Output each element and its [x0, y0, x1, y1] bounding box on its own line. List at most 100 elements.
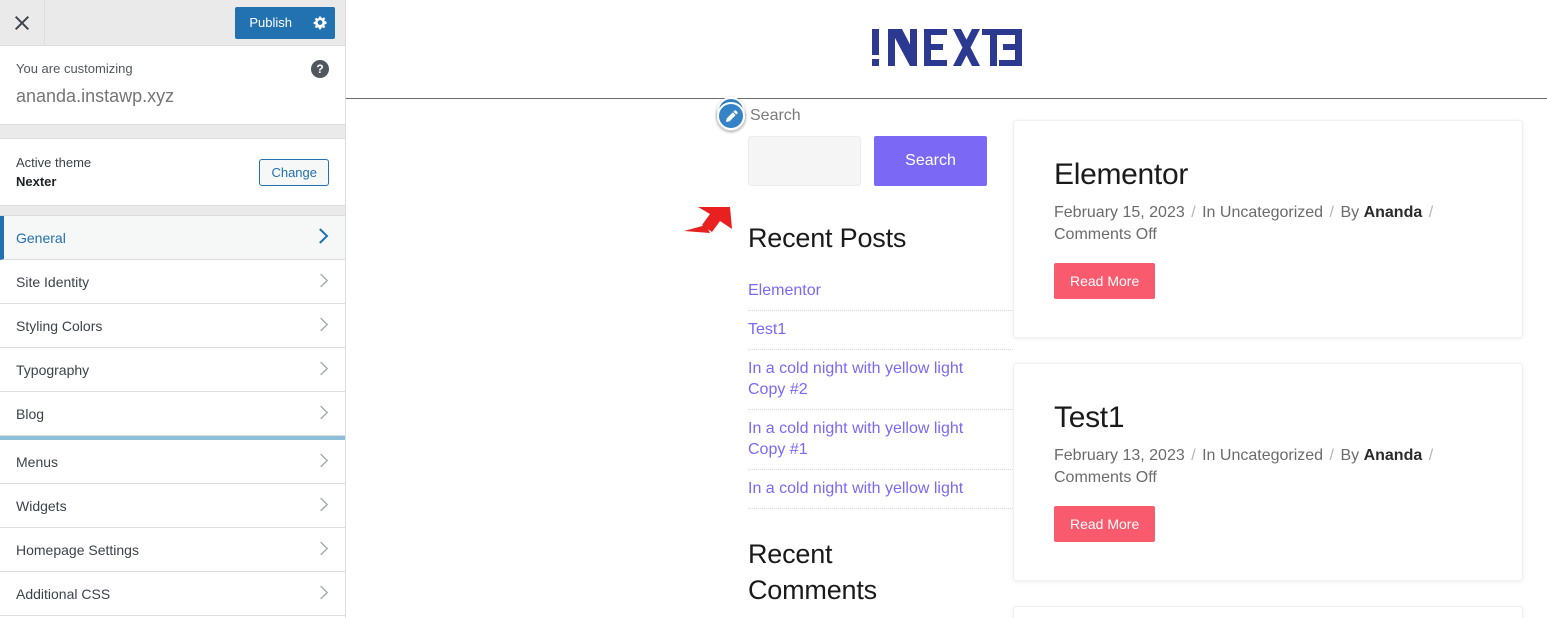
active-theme-row: Active theme Nexter Change [0, 139, 345, 206]
search-widget-title: Search [750, 107, 801, 124]
chevron-right-icon [318, 228, 329, 247]
recent-comments-widget: Recent Comments [717, 102, 1013, 608]
meta-separator: / [1428, 447, 1434, 464]
post-date: February 15, 2023 [1054, 204, 1185, 221]
meta-separator: / [1191, 447, 1196, 464]
active-theme-name: Nexter [16, 174, 57, 189]
nexter-logo[interactable] [871, 25, 1022, 73]
site-name: ananda.instawp.xyz [16, 86, 175, 106]
chevron-right-icon [319, 273, 329, 291]
search-form: Search [748, 136, 1013, 186]
recent-post-link[interactable]: In a cold night with yellow light Copy #… [748, 410, 980, 469]
sidebar-item-label: Site Identity [16, 273, 90, 290]
post-title[interactable]: Test1 [1054, 398, 1482, 438]
sidebar-item-styling-colors[interactable]: Styling Colors [0, 304, 345, 348]
chevron-right-icon [319, 405, 329, 423]
post-author-prefix: By [1340, 447, 1360, 464]
recent-comments-title: Recent Comments [748, 539, 877, 605]
post-meta: February 13, 2023 / In Uncategorized / B… [1054, 445, 1454, 489]
chevron-right-icon [319, 361, 329, 379]
search-submit-button[interactable]: Search [874, 136, 987, 186]
sidebar-item-label: General [16, 229, 66, 246]
recent-post-link[interactable]: Elementor [748, 272, 980, 310]
gear-icon[interactable] [305, 6, 335, 39]
search-widget: Search Search [717, 103, 1013, 186]
recent-post-link[interactable]: In a cold night with yellow light [748, 470, 980, 508]
sidebar-item-label: Blog [16, 405, 45, 422]
sidebar-item-additional-css[interactable]: Additional CSS [0, 572, 345, 616]
active-theme-label: Active theme [16, 155, 92, 170]
post-category[interactable]: Uncategorized [1220, 204, 1323, 221]
customizer-topbar: Publish [0, 0, 345, 46]
close-icon[interactable] [0, 0, 45, 45]
post-meta: February 15, 2023 / In Uncategorized / B… [1054, 202, 1454, 246]
post-author[interactable]: Ananda [1364, 204, 1423, 221]
edit-pin-recent-comments-widget[interactable] [717, 102, 745, 130]
sidebar-item-label: Homepage Settings [16, 541, 139, 558]
recent-posts-title: Recent Posts [748, 223, 907, 253]
post-title[interactable]: Elementor [1054, 155, 1482, 195]
chevron-right-icon [319, 453, 329, 471]
sidebar-item-general[interactable]: General [0, 216, 345, 260]
help-icon[interactable]: ? [311, 60, 329, 78]
meta-separator: / [1191, 204, 1196, 221]
list-item: Elementor [748, 272, 1013, 311]
active-theme-text: Active theme Nexter [16, 153, 91, 191]
list-item: In a cold night with yellow light Copy #… [748, 350, 1013, 410]
post-card-partial [1013, 606, 1523, 618]
sidebar-item-blog[interactable]: Blog [0, 392, 345, 436]
nav-top-spacer [0, 206, 345, 216]
meta-separator: / [1329, 447, 1334, 464]
sidebar-item-label: Typography [16, 361, 90, 378]
site-preview-frame: Search Search Recent Posts Elementor Tes… [346, 0, 1547, 618]
sidebar-item-widgets[interactable]: Widgets [0, 484, 345, 528]
recent-post-link[interactable]: In a cold night with yellow light Copy #… [748, 350, 980, 409]
post-date: February 13, 2023 [1054, 447, 1185, 464]
site-header [346, 0, 1547, 99]
read-more-button[interactable]: Read More [1054, 506, 1156, 542]
post-category-prefix: In [1202, 204, 1216, 221]
sidebar-item-menus[interactable]: Menus [0, 440, 345, 484]
publish-area: Publish [235, 0, 345, 45]
meta-separator: / [1329, 204, 1334, 221]
post-category-prefix: In [1202, 447, 1216, 464]
list-item: In a cold night with yellow light Copy #… [748, 410, 1013, 470]
panel-gap-divider [0, 125, 345, 139]
sidebar-item-site-identity[interactable]: Site Identity [0, 260, 345, 304]
chevron-right-icon [319, 317, 329, 335]
post-card: Test1 February 13, 2023 / In Uncategoriz… [1013, 363, 1523, 581]
post-category[interactable]: Uncategorized [1220, 447, 1323, 464]
sidebar-item-label: Menus [16, 453, 59, 470]
post-author[interactable]: Ananda [1364, 447, 1423, 464]
sidebar-item-typography[interactable]: Typography [0, 348, 345, 392]
post-author-prefix: By [1340, 204, 1360, 221]
recent-posts-list: Elementor Test1 In a cold night with yel… [748, 272, 1013, 509]
customizer-sidebar: Publish You are customizing ananda.insta… [0, 0, 346, 618]
customizer-nav-list: General Site Identity Styling Colors Typ… [0, 206, 345, 618]
post-comments-status: Comments Off [1054, 226, 1157, 243]
recent-post-link[interactable]: Test1 [748, 311, 980, 349]
read-more-button[interactable]: Read More [1054, 263, 1156, 299]
posts-column: Elementor February 15, 2023 / In Uncateg… [1013, 99, 1547, 618]
post-card: Elementor February 15, 2023 / In Uncateg… [1013, 120, 1523, 338]
publish-button[interactable]: Publish [235, 6, 335, 39]
recent-posts-widget: Recent Posts Elementor Test1 In a cold n… [717, 97, 1013, 509]
search-input[interactable] [748, 136, 861, 186]
sidebar-item-label: Widgets [16, 497, 67, 514]
customizing-info-panel: You are customizing ananda.instawp.xyz ? [0, 46, 345, 125]
customizer-screen: Publish You are customizing ananda.insta… [0, 0, 1547, 618]
sidebar-item-homepage-settings[interactable]: Homepage Settings [0, 528, 345, 572]
chevron-right-icon [319, 497, 329, 515]
publish-button-label: Publish [249, 14, 292, 30]
customizing-label: You are customizing [16, 61, 133, 76]
change-theme-button[interactable]: Change [259, 158, 329, 186]
meta-separator: / [1428, 204, 1434, 221]
sidebar-item-label: Additional CSS [16, 585, 111, 602]
list-item: Test1 [748, 311, 1013, 350]
widgets-column: Search Search Recent Posts Elementor Tes… [346, 97, 1013, 618]
site-body: Search Search Recent Posts Elementor Tes… [346, 97, 1547, 618]
sidebar-item-label: Styling Colors [16, 317, 103, 334]
list-item: In a cold night with yellow light [748, 470, 1013, 509]
pencil-icon [725, 109, 738, 122]
